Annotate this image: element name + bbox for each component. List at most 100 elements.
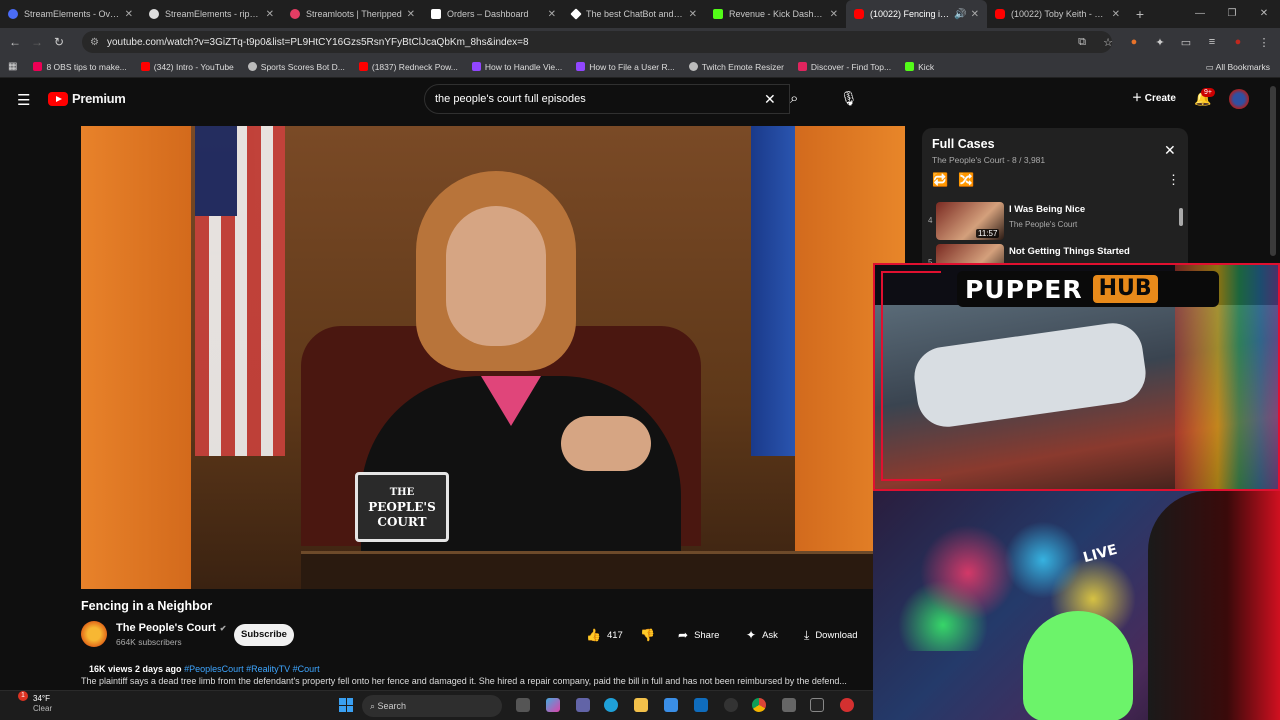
- bookmark-item[interactable]: Sports Scores Bot D...: [247, 62, 345, 72]
- tab-youtube-fencing[interactable]: (10022) Fencing in a N🔊✕: [846, 0, 987, 28]
- taskbar-search[interactable]: ⌕ Search: [362, 695, 502, 717]
- obs-icon[interactable]: [724, 698, 738, 712]
- all-bookmarks-button[interactable]: ▭ All Bookmarks: [1206, 56, 1270, 78]
- copilot-icon[interactable]: [546, 698, 560, 712]
- bookmark-star-icon[interactable]: ☆: [1098, 36, 1118, 49]
- gaming-chair: [1148, 491, 1280, 720]
- edge-icon[interactable]: [604, 698, 618, 712]
- playlist-item[interactable]: 4 11:57 I Was Being Nice The People's Co…: [922, 200, 1180, 242]
- more-options-icon[interactable]: ⋮: [1167, 172, 1180, 188]
- bookmark-item[interactable]: Kick: [905, 62, 934, 72]
- hashtags[interactable]: #PeoplesCourt #RealityTV #Court: [184, 664, 320, 674]
- extensions-puzzle-icon[interactable]: ✦: [1150, 36, 1170, 49]
- dislike-button[interactable]: 👎: [634, 624, 667, 646]
- terminal-icon[interactable]: [810, 698, 824, 712]
- close-tab-icon[interactable]: ✕: [266, 9, 274, 20]
- state-flag: [751, 126, 795, 456]
- thumbs-down-icon: 👎: [640, 628, 655, 642]
- video-frame: THE PEOPLE'S COURT: [191, 126, 905, 589]
- speaker-icon[interactable]: 🔊: [954, 9, 966, 20]
- weather-widget[interactable]: 34°F Clear: [33, 694, 52, 714]
- media-control-icon[interactable]: ≡: [1202, 36, 1222, 48]
- channel-avatar[interactable]: [81, 621, 107, 647]
- close-icon[interactable]: ✕: [1164, 142, 1176, 159]
- playlist-panel: Full Cases The People's Court - 8 / 3,98…: [922, 128, 1188, 282]
- page-scrollbar[interactable]: [1270, 86, 1276, 256]
- back-icon[interactable]: ←: [4, 35, 26, 49]
- close-tab-icon[interactable]: ✕: [971, 9, 979, 20]
- hamburger-menu-icon[interactable]: ☰: [17, 91, 30, 109]
- search-icon[interactable]: ⌕: [790, 84, 816, 114]
- address-bar[interactable]: ⚙ youtube.com/watch?v=3GiZTq-t9p0&list=P…: [82, 31, 1112, 53]
- playlist-item-title: I Was Being Nice: [1009, 204, 1086, 215]
- playlist-scrollbar[interactable]: [1179, 208, 1183, 226]
- tab-orders-dashboard[interactable]: Orders – Dashboard ✕: [423, 0, 564, 28]
- close-tab-icon[interactable]: ✕: [125, 9, 133, 20]
- bookmark-item[interactable]: (342) Intro - YouTube: [140, 62, 234, 72]
- shuffle-icon[interactable]: 🔀: [958, 172, 974, 188]
- like-button[interactable]: 👍 417: [580, 624, 629, 646]
- outlook-icon[interactable]: [694, 698, 708, 712]
- bookmark-item[interactable]: (1837) Redneck Pow...: [358, 62, 458, 72]
- playlist-item-title: Not Getting Things Started: [1009, 246, 1130, 257]
- share-button[interactable]: ➦ Share: [672, 624, 725, 646]
- close-tab-icon[interactable]: ✕: [407, 9, 415, 20]
- playlist-index: 4: [928, 216, 933, 225]
- restore-icon[interactable]: ❐: [1216, 0, 1248, 28]
- bookmark-item[interactable]: 8 OBS tips to make...: [33, 62, 127, 72]
- tab-kick-revenue[interactable]: Revenue - Kick Dashboard✕: [705, 0, 846, 28]
- views-date: 16K views 2 days ago: [89, 664, 182, 674]
- close-tab-icon[interactable]: ✕: [1112, 9, 1120, 20]
- profile-icon[interactable]: ●: [1228, 36, 1248, 48]
- sidepanel-icon[interactable]: ▭: [1176, 36, 1196, 49]
- channel-name[interactable]: The People's Court ✔: [116, 622, 227, 634]
- menu-icon[interactable]: ⋮: [1254, 36, 1274, 49]
- download-button[interactable]: ⤓ Download: [798, 624, 864, 646]
- create-button[interactable]: ＋ Create: [1122, 88, 1186, 110]
- app-icon[interactable]: [840, 698, 854, 712]
- windows-start-icon[interactable]: [339, 698, 353, 712]
- bookmark-favicon-icon: [33, 62, 43, 71]
- microphone-icon[interactable]: 🎙: [840, 90, 858, 107]
- search-input[interactable]: the people's court full episodes: [424, 84, 790, 114]
- playlist-title[interactable]: Full Cases: [932, 137, 995, 151]
- video-player[interactable]: THE PEOPLE'S COURT: [81, 126, 905, 589]
- store-icon[interactable]: [664, 698, 678, 712]
- close-tab-icon[interactable]: ✕: [689, 9, 697, 20]
- subscriber-count: 664K subscribers: [116, 637, 182, 647]
- close-tab-icon[interactable]: ✕: [830, 9, 838, 20]
- file-explorer-icon[interactable]: [634, 698, 648, 712]
- cast-icon[interactable]: ⧉: [1072, 36, 1092, 49]
- video-title: Fencing in a Neighbor: [81, 599, 213, 613]
- download-icon: ⤓: [804, 627, 810, 642]
- task-view-icon[interactable]: [516, 698, 530, 712]
- youtube-premium-logo[interactable]: Premium: [48, 91, 126, 106]
- tab-streamelements-ripped[interactable]: StreamElements - ripped ✕: [141, 0, 282, 28]
- tab-streamloots[interactable]: Streamloots | Theripped ✕: [282, 0, 423, 28]
- ask-button[interactable]: ✦ Ask: [740, 624, 784, 646]
- bookmark-item[interactable]: Discover - Find Top...: [797, 62, 891, 72]
- teams-icon[interactable]: [576, 698, 590, 712]
- clear-search-icon[interactable]: ✕: [764, 91, 776, 108]
- apps-grid-icon[interactable]: ▦: [8, 61, 17, 72]
- close-tab-icon[interactable]: ✕: [548, 9, 556, 20]
- bookmark-item[interactable]: How to File a User R...: [576, 62, 675, 72]
- extension-icon[interactable]: ●: [1124, 36, 1144, 48]
- minimize-icon[interactable]: —: [1184, 0, 1216, 28]
- tab-streamelements-overlays[interactable]: StreamElements - Overlays✕: [0, 0, 141, 28]
- tab-youtube-toby-keith[interactable]: (10022) Toby Keith - Beer ✕: [987, 0, 1128, 28]
- bookmark-item[interactable]: How to Handle Vie...: [471, 62, 562, 72]
- chrome-icon[interactable]: [752, 698, 766, 712]
- account-avatar[interactable]: [1229, 89, 1249, 109]
- app-icon[interactable]: [782, 698, 796, 712]
- subscribe-button[interactable]: Subscribe: [234, 624, 294, 646]
- loop-icon[interactable]: 🔁: [932, 172, 948, 188]
- bookmark-item[interactable]: Twitch Emote Resizer: [688, 62, 784, 72]
- new-tab-icon[interactable]: +: [1128, 6, 1152, 22]
- reload-icon[interactable]: ↻: [48, 35, 70, 49]
- globe-icon: [688, 62, 698, 71]
- site-info-icon[interactable]: ⚙: [90, 37, 99, 48]
- forward-icon[interactable]: →: [26, 35, 48, 49]
- tab-chatbot[interactable]: The best ChatBot and Wi ✕: [564, 0, 705, 28]
- close-window-icon[interactable]: ✕: [1248, 0, 1280, 28]
